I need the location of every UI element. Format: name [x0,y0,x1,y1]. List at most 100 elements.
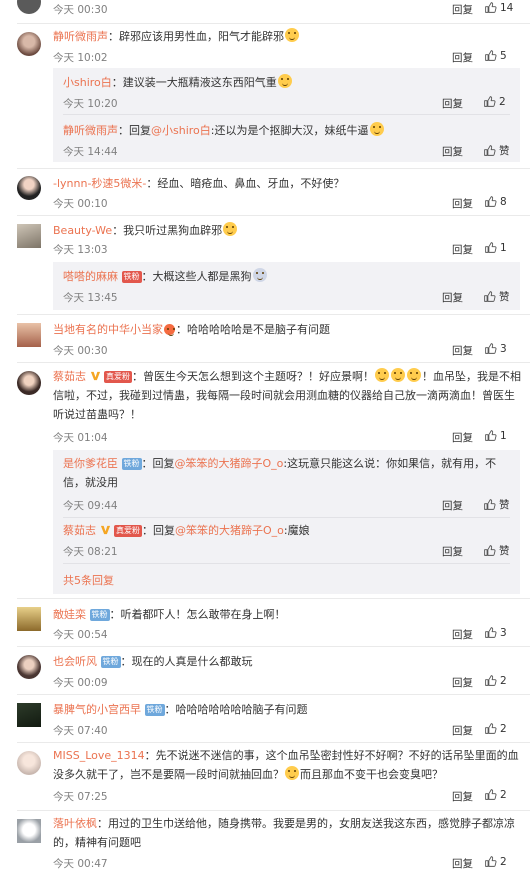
avatar[interactable] [17,0,41,14]
comment-item: 当地有名的中华小当家 ：哈哈哈哈哈是不是脑子有问题 今天 00:30 回复 3 [0,315,530,361]
reply-button[interactable]: 回复 [452,627,473,642]
divider [63,517,510,518]
comment-username[interactable]: -lynnn-秒速5微米- [53,177,146,190]
comment-text: ：现在的人真是什么都敢玩 [120,655,253,668]
comment-username[interactable]: 暴脾气的小宫西早 [53,703,141,716]
avatar[interactable] [17,32,41,56]
thumb-up-icon [484,674,497,687]
comment-username[interactable]: 落叶依枫 [53,817,97,830]
reply-button[interactable]: 回复 [442,498,463,513]
avatar[interactable] [17,819,41,843]
comment-time: 今天 00:54 [53,629,108,641]
like-button[interactable]: 2 [484,674,507,687]
more-replies-link[interactable]: 共5条回复 [63,572,114,588]
like-count: 赞 [499,291,510,303]
like-button[interactable]: 5 [484,49,507,62]
reply-button[interactable]: 回复 [442,290,463,305]
like-count: 2 [500,675,507,687]
avatar[interactable] [17,655,41,679]
thumb-up-icon [483,144,496,157]
fan-badge: 真爱粉 [114,525,142,537]
reply-button[interactable]: 回复 [442,96,463,111]
reply-button[interactable]: 回复 [442,144,463,159]
thumb-up-icon [483,544,496,557]
comment-text: ：用过的卫生巾送给他，随身携带。我要是男的，女朋友送我这东西，感觉脖子都凉凉的，… [53,817,515,849]
like-count: 2 [499,96,506,108]
fan-badge: 铁粉 [121,271,142,283]
reply-username[interactable]: 蔡茹志 [63,524,96,537]
thumb-up-icon [484,788,497,801]
mention-link[interactable]: @笨笨的大猪蹄子O_o [175,524,284,537]
avatar[interactable] [17,751,41,775]
like-button[interactable]: 3 [484,626,507,639]
reply-time: 今天 08:21 [63,546,118,558]
reply-button[interactable]: 回复 [452,2,473,17]
comment-text: ：曾医生今天怎么想到这个主题呀？！好应景啊！ [132,370,374,383]
comment-item: 落叶依枫：用过的卫生巾送给他，随身携带。我要是男的，女朋友送我这东西，感觉脖子都… [0,811,530,878]
avatar[interactable] [17,176,41,200]
avatar[interactable] [17,323,41,347]
comment-text-cont: 而且那血不变干也会变臭吧？ [300,768,443,781]
thumb-up-icon [484,855,497,868]
like-button[interactable]: 2 [484,722,507,735]
reply-button[interactable]: 回复 [452,242,473,257]
avatar[interactable] [17,224,41,248]
reply-button[interactable]: 回复 [452,856,473,871]
reply-panel: 嗒嗒的麻麻 铁粉 ：大概这些人都是黑狗 今天 13:45 回复 赞 [53,262,520,310]
reply-button[interactable]: 回复 [452,50,473,65]
comment-username[interactable]: 蔡茹志 [53,370,86,383]
comment-username[interactable]: MISS_Love_1314 [53,749,145,762]
comment-text: ：听着都吓人！怎么敢带在身上啊！ [109,608,286,621]
reply-button[interactable]: 回复 [452,789,473,804]
reply-username[interactable]: 小shiro白 [63,76,112,89]
like-button[interactable]: 14 [484,1,513,14]
reply-button[interactable]: 回复 [452,196,473,211]
comment-username[interactable]: 静听微雨声 [53,30,108,43]
reply-username[interactable]: 嗒嗒的麻麻 [63,270,118,283]
like-button[interactable]: 3 [484,342,507,355]
reply-button[interactable]: 回复 [452,430,473,445]
like-button[interactable]: 赞 [483,543,510,558]
comment-username[interactable]: 也会听风 [53,655,97,668]
like-count: 1 [500,242,507,254]
thumb-up-icon [484,722,497,735]
grin-emoji-icon [391,368,405,382]
comment-username[interactable]: 敵娃栾 [53,608,86,621]
like-button[interactable]: 1 [484,429,507,442]
reply-button[interactable]: 回复 [452,723,473,738]
avatar[interactable] [17,703,41,727]
mention-link[interactable]: @小shiro白 [151,124,211,137]
reply-time: 今天 13:45 [63,292,118,304]
thumb-up-icon [484,195,497,208]
comment-username[interactable]: Beauty-We [53,224,112,237]
like-button[interactable]: 赞 [483,497,510,512]
like-count: 2 [500,856,507,868]
like-button[interactable]: 8 [484,195,507,208]
comment-time: 今天 00:10 [53,198,108,210]
like-button[interactable]: 2 [484,855,507,868]
like-button[interactable]: 2 [483,95,506,108]
reply-button[interactable]: 回复 [442,544,463,559]
comment-time: 今天 07:40 [53,725,108,737]
reply-username[interactable]: 是你爹花臣 [63,457,118,470]
reply-username[interactable]: 静听微雨声 [63,124,118,137]
reply-text: :魔娘 [283,524,310,537]
fan-badge: 铁粉 [100,656,121,668]
cat-emoji-icon [277,74,292,88]
comment-time: 今天 01:04 [53,432,108,444]
like-button[interactable]: 2 [484,788,507,801]
cat-emoji-icon [369,122,384,136]
comment-username[interactable]: 当地有名的中华小当家 [53,323,163,336]
avatar[interactable] [17,607,41,631]
reply-button[interactable]: 回复 [452,675,473,690]
like-button[interactable]: 赞 [483,143,510,158]
reply-prefix: ：回复 [142,524,175,537]
comment-text: ：辟邪应该用男性血，阳气才能辟邪 [108,30,284,43]
like-count: 赞 [499,499,510,511]
like-button[interactable]: 赞 [483,289,510,304]
mention-link[interactable]: @笨笨的大猪蹄子O_o [175,457,284,470]
comment-time: 今天 00:30 [53,4,108,16]
reply-button[interactable]: 回复 [452,343,473,358]
avatar[interactable] [17,371,41,395]
like-button[interactable]: 1 [484,241,507,254]
